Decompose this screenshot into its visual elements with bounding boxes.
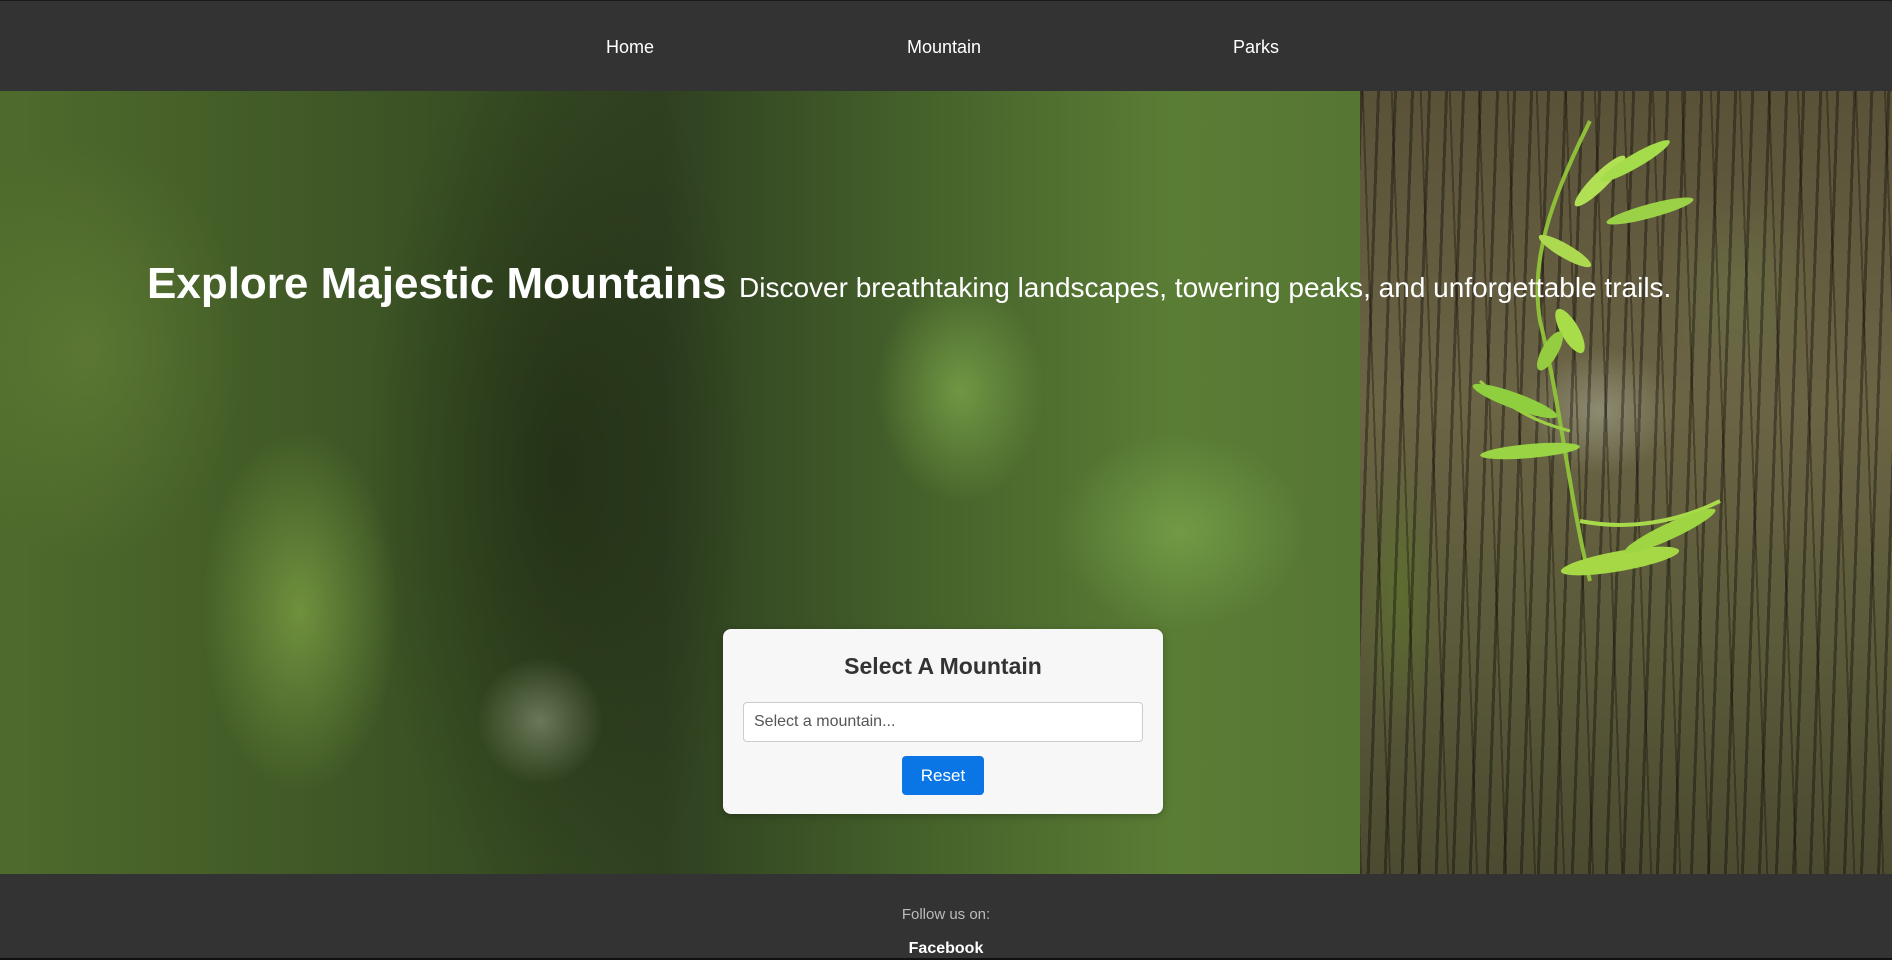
nav-link-home[interactable]: Home xyxy=(606,37,654,58)
nav-link-parks[interactable]: Parks xyxy=(1233,37,1279,58)
facebook-link[interactable]: Facebook xyxy=(0,940,1892,958)
hero-title: Explore Majestic Mountains xyxy=(147,259,727,308)
mountain-select-input[interactable] xyxy=(743,702,1143,742)
top-navigation-bar: Home Mountain Parks xyxy=(0,0,1892,91)
leaf-sprout-image xyxy=(1472,120,1721,582)
mountain-selector-card: Select A Mountain Reset xyxy=(723,629,1163,814)
hero-subtitle: Discover breathtaking landscapes, toweri… xyxy=(739,272,1672,303)
nav-link-mountain[interactable]: Mountain xyxy=(907,37,981,58)
reset-button[interactable]: Reset xyxy=(902,756,984,795)
selector-title: Select A Mountain xyxy=(844,653,1042,679)
page-footer: Follow us on: Facebook xyxy=(0,874,1892,960)
follow-us-label: Follow us on: xyxy=(901,906,991,923)
